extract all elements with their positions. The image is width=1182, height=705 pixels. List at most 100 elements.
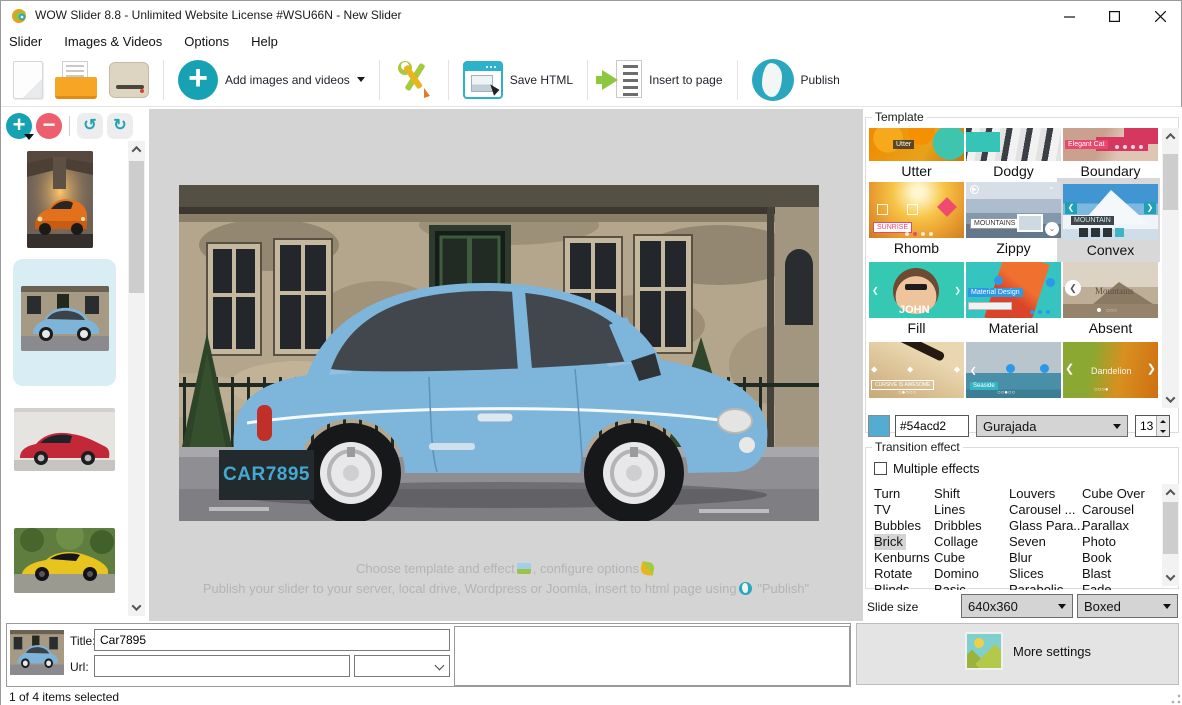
scroll-down-button[interactable] [1162,569,1179,586]
add-images-button[interactable]: + Add images and videos [172,56,371,104]
template-item-dodgy[interactable]: Dodgy [966,128,1061,179]
scrollbar-thumb[interactable] [129,161,144,293]
minimize-button[interactable] [1047,1,1092,31]
scroll-up-button[interactable] [1162,484,1179,501]
scrollbar-thumb[interactable] [1163,502,1178,554]
scroll-up-button[interactable] [128,141,145,158]
open-slider-button[interactable] [49,57,103,103]
slide-size-combobox[interactable]: 640x360 [961,594,1073,618]
spinner-up-button[interactable] [1157,416,1169,426]
save-slider-button[interactable] [103,58,155,102]
resize-grip[interactable] [1171,694,1181,704]
template-thumbnail[interactable] [966,128,1061,161]
effect-item[interactable]: Slices [1009,566,1082,582]
template-thumbnail[interactable]: ❮ Mountains ○○○ [1063,262,1158,318]
slide-thumbnail-yellow-sports-car[interactable] [14,528,115,593]
template-item-seaside[interactable]: ❮ Seaside ○○●○○ [966,342,1061,398]
remove-slide-button[interactable]: − [36,113,62,139]
effect-item[interactable]: Glass Para... [1009,518,1082,534]
template-thumbnail[interactable]: ❮ ❯ MOUNTAIN [1063,184,1158,240]
close-button[interactable] [1138,1,1182,31]
effect-item[interactable]: Lines [934,502,1009,518]
template-thumbnail[interactable]: JOHN ❮ ❯ [869,262,964,318]
url-input[interactable] [94,655,350,677]
effect-item[interactable]: Cube [934,550,1009,566]
title-input[interactable] [94,629,450,651]
effects-scrollbar[interactable] [1162,484,1179,586]
template-thumbnail[interactable]: ▶ ⌃ MOUNTAINS ⌄ [966,182,1061,238]
template-item-dandelion[interactable]: ❮ ❯ Dandelion ○○○● [1063,342,1158,398]
effect-item[interactable]: Turn [874,486,934,502]
template-thumbnail[interactable]: ⬥ ⬥ ⬥ CURSIVE IS AWESOME ○●○○○ [869,342,964,398]
insert-to-page-button[interactable]: Insert to page [596,56,728,104]
new-slider-button[interactable] [7,57,49,103]
effect-item[interactable]: Fade [1082,582,1156,590]
save-html-button[interactable]: Save HTML [457,57,579,103]
effect-item[interactable]: Seven [1009,534,1082,550]
font-size-spinner[interactable]: 13 [1135,415,1170,437]
multiple-effects-checkbox[interactable] [874,462,887,475]
menu-options[interactable]: Options [184,32,239,52]
template-item-convex[interactable]: ❮ ❯ MOUNTAIN Convex [1063,182,1158,258]
template-item-zippy[interactable]: ▶ ⌃ MOUNTAINS ⌄ Zippy [966,182,1061,256]
template-thumbnail[interactable]: ❮ Seaside ○○●○○ [966,342,1061,398]
effect-item[interactable]: Blinds [874,582,934,590]
add-slide-dropdown-icon[interactable] [24,134,34,140]
effect-item[interactable]: Parabolic [1009,582,1082,590]
menu-images-videos[interactable]: Images & Videos [64,32,172,52]
effect-item[interactable]: Collage [934,534,1009,550]
scrollbar-thumb[interactable] [1163,154,1178,210]
slide-thumbnail-red-classic-car[interactable] [14,408,115,471]
slide-mode-combobox[interactable]: Boxed [1077,594,1178,618]
caption-color-input[interactable] [895,415,969,437]
effect-item[interactable]: Cube Over [1082,486,1156,502]
template-thumbnail[interactable]: Elegant Cat [1063,128,1158,161]
slide-list-scrollbar[interactable] [128,141,145,616]
effect-item[interactable]: Carousel ... [1009,502,1082,518]
caption-color-swatch[interactable] [868,415,890,437]
template-item-material[interactable]: Material Design Material [966,262,1061,336]
template-thumbnail[interactable]: ❮ ❯ Dandelion ○○○● [1063,342,1158,398]
effect-item[interactable]: Blur [1009,550,1082,566]
effect-item[interactable]: Book [1082,550,1156,566]
effect-item[interactable]: Bubbles [874,518,934,534]
template-thumbnail[interactable]: Utter [869,128,964,161]
effect-item[interactable]: Blast [1082,566,1156,582]
menu-help[interactable]: Help [251,32,288,52]
menu-slider[interactable]: Slider [9,32,52,52]
slide-thumbnail-orange-car[interactable] [27,151,93,248]
effect-item-selected[interactable]: Brick [874,534,906,550]
effect-item[interactable]: Parallax [1082,518,1156,534]
more-settings-button[interactable]: More settings [965,632,1091,670]
effect-item[interactable]: Carousel [1082,502,1156,518]
template-item-utter[interactable]: Utter Utter [869,128,964,179]
description-textarea[interactable] [454,626,850,686]
effect-item[interactable]: Basic [934,582,1009,590]
template-item-boundary[interactable]: Elegant Cat Boundary [1063,128,1158,179]
effect-item[interactable]: Photo [1082,534,1156,550]
template-thumbnail[interactable]: Material Design [966,262,1061,318]
template-thumbnail[interactable]: SUNRISE [869,182,964,238]
effect-item[interactable]: Louvers [1009,486,1082,502]
spinner-down-button[interactable] [1157,426,1169,436]
template-item-rhomb[interactable]: SUNRISE Rhomb [869,182,964,256]
maximize-button[interactable] [1092,1,1137,31]
effect-item[interactable]: Kenburns [874,550,934,566]
template-item-cursive[interactable]: ⬥ ⬥ ⬥ CURSIVE IS AWESOME ○●○○○ [869,342,964,398]
publish-button[interactable]: Publish [746,55,846,105]
url-target-combobox[interactable] [354,655,450,677]
rotate-left-button[interactable]: ↺ [77,113,103,139]
template-item-fill[interactable]: JOHN ❮ ❯ Fill [869,262,964,336]
template-scrollbar[interactable] [1162,128,1179,408]
template-item-absent[interactable]: ❮ Mountains ○○○ Absent [1063,262,1158,336]
add-images-dropdown-icon[interactable] [357,77,365,82]
rotate-right-button[interactable]: ↻ [107,113,133,139]
effect-item[interactable]: Domino [934,566,1009,582]
add-slide-button[interactable]: + [6,113,32,139]
slide-caption-overlay[interactable]: CAR7895 [219,450,314,500]
scroll-up-button[interactable] [1162,128,1179,145]
slide-thumbnail-blue-fiat-selected[interactable] [21,286,109,351]
effect-item[interactable]: Rotate [874,566,934,582]
options-tools-button[interactable] [388,56,440,104]
effect-item[interactable]: TV [874,502,934,518]
